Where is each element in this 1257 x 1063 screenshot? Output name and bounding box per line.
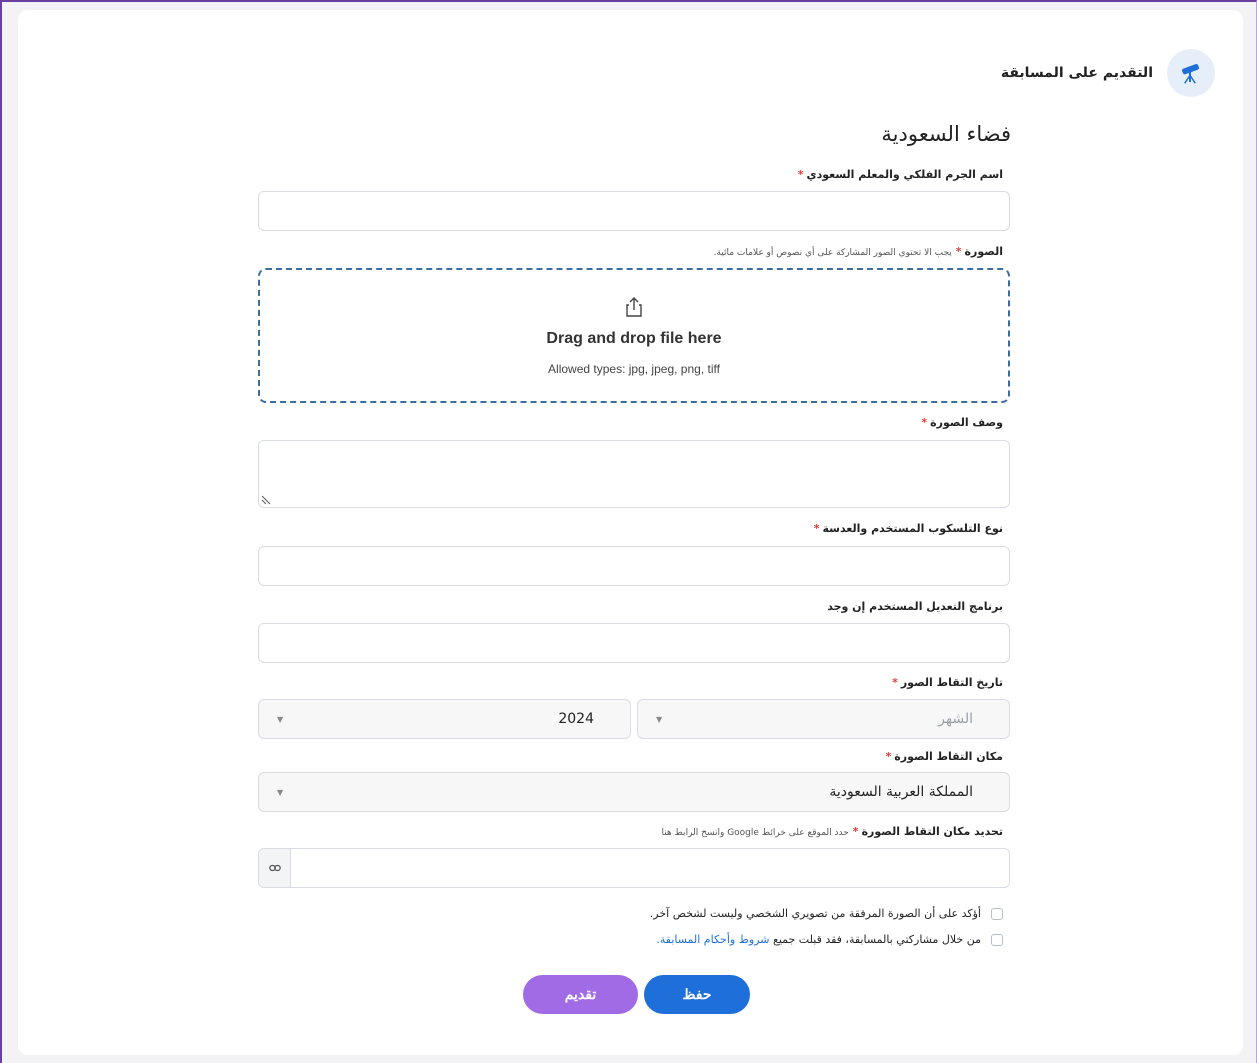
ownership-check-row: أؤكد على أن الصورة المرفقة من تصويري الش… <box>650 907 1003 920</box>
ownership-checkbox[interactable] <box>991 907 1003 920</box>
chevron-down-icon: ▼ <box>277 714 284 724</box>
object-name-label: اسم الجرم الفلكي والمعلم السعودي* <box>797 168 1003 181</box>
image-dropzone[interactable]: Drag and drop file here Allowed types: j… <box>258 268 1010 403</box>
telescope-icon <box>1167 49 1215 97</box>
dropzone-title: Drag and drop file here <box>546 329 722 347</box>
software-label: برنامج التعديل المستخدم إن وجد <box>827 600 1003 613</box>
allowed-types: Allowed types: jpg, jpeg, png, tiff <box>548 361 720 376</box>
year-value: 2024 <box>558 711 594 727</box>
image-hint: يجب الا تحتوي الصور المشاركة على أي نصوص… <box>713 248 952 258</box>
month-select[interactable]: الشهر ▼ <box>637 699 1010 739</box>
location-hint: حدد الموقع على خرائط Google وانسخ الرابط… <box>661 828 849 838</box>
terms-link[interactable]: شروط وأحكام المسابقة. <box>656 933 769 946</box>
form-card: التقديم على المسابقة فضاء السعودية اسم ا… <box>18 10 1243 1055</box>
save-button[interactable]: حفظ <box>644 975 750 1014</box>
page-title: التقديم على المسابقة <box>1000 65 1153 81</box>
terms-text: من خلال مشاركتي بالمسابقة، فقد قبلت جميع… <box>656 933 981 946</box>
software-input[interactable] <box>258 623 1010 663</box>
terms-check-row: من خلال مشاركتي بالمسابقة، فقد قبلت جميع… <box>656 933 1003 946</box>
description-textarea[interactable] <box>258 440 1010 508</box>
resize-handle-icon[interactable] <box>261 493 273 505</box>
image-label: الصورة*يجب الا تحتوي الصور المشاركة على … <box>713 245 1003 258</box>
description-label: وصف الصورة* <box>921 416 1003 429</box>
telescope-input[interactable] <box>258 546 1010 586</box>
link-icon <box>259 849 291 887</box>
month-placeholder: الشهر <box>938 711 973 727</box>
object-name-input[interactable] <box>258 191 1010 231</box>
capture-place-value: المملكة العربية السعودية <box>829 784 973 800</box>
telescope-label: نوع التلسكوب المستخدم والعدسة* <box>813 522 1003 535</box>
capture-place-label: مكان التقاط الصورة* <box>885 750 1003 763</box>
required-mark: * <box>813 522 820 535</box>
required-mark: * <box>797 168 804 181</box>
required-mark: * <box>892 676 898 689</box>
capture-date-label: تاريخ التقاط الصور* <box>892 676 1003 689</box>
page-header: التقديم على المسابقة <box>1001 48 1215 98</box>
submit-button[interactable]: تقديم <box>523 975 638 1014</box>
required-mark: * <box>852 825 859 838</box>
ownership-text: أؤكد على أن الصورة المرفقة من تصويري الش… <box>649 907 981 920</box>
location-link-field <box>258 848 1010 888</box>
chevron-down-icon: ▼ <box>277 787 284 797</box>
capture-place-select[interactable]: المملكة العربية السعودية ▼ <box>258 772 1010 812</box>
location-link-label: تحديد مكان التقاط الصورة*حدد الموقع على … <box>661 825 1003 838</box>
required-mark: * <box>885 750 892 763</box>
location-link-input[interactable] <box>292 849 1009 887</box>
required-mark: * <box>955 245 962 258</box>
form-title: فضاء السعودية <box>881 122 1011 146</box>
year-select[interactable]: 2024 ▼ <box>258 699 631 739</box>
chevron-down-icon: ▼ <box>656 714 663 724</box>
terms-checkbox[interactable] <box>991 933 1003 946</box>
required-mark: * <box>921 416 928 429</box>
upload-icon <box>623 296 645 322</box>
